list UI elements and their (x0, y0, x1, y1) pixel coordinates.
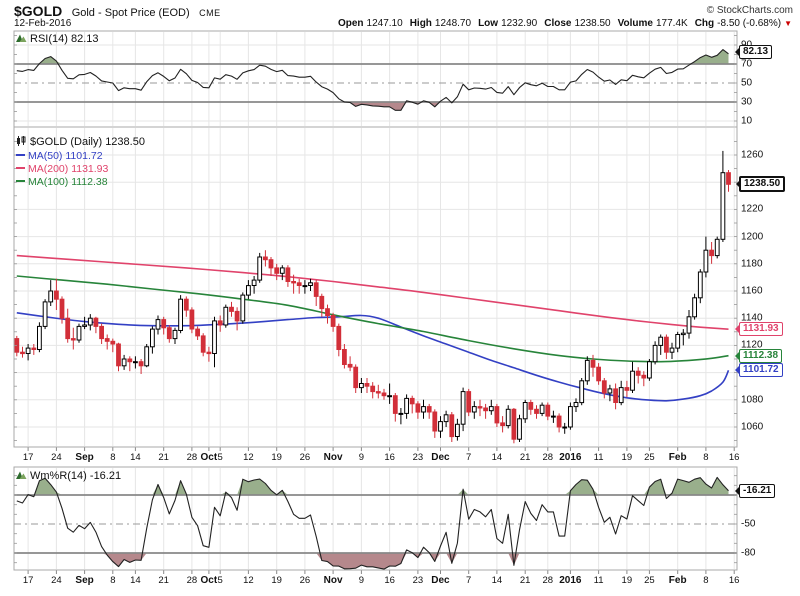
quote-value: -8.50 (-0.68%) (717, 18, 781, 29)
stockcharts-chart: $GOLD Gold - Spot Price (EOD) CME © Stoc… (0, 0, 800, 596)
quote-label: Low (478, 18, 498, 29)
change-dropdown-arrow[interactable]: ▼ (784, 20, 792, 28)
quote-label: Chg (695, 18, 714, 29)
indicator-icon (16, 33, 27, 46)
ma100-line-swatch (16, 180, 25, 182)
ma200-line-swatch (16, 167, 25, 169)
quote-strip: Open1247.10 High1248.70 Low1232.90 Close123… (331, 18, 792, 29)
copyright: © StockCharts.com (707, 5, 793, 16)
ma200-legend: MA(200) 1131.93 (16, 163, 145, 176)
quote-value: 1247.10 (367, 18, 403, 29)
quote-label: Volume (618, 18, 653, 29)
exchange: CME (199, 8, 221, 18)
ma50-line-swatch (16, 154, 25, 156)
quote-label: Close (544, 18, 571, 29)
willr-legend-label: Wm%R(14) (30, 470, 87, 482)
ma100-legend: MA(100) 1112.38 (16, 176, 145, 189)
ma50-legend: MA(50) 1101.72 (16, 150, 145, 163)
chart-type-icon (16, 136, 27, 150)
quote-value: 1238.50 (574, 18, 610, 29)
symbol: $GOLD (14, 3, 62, 19)
willr-legend: Wm%R(14) -16.21 (16, 470, 121, 483)
rsi-legend-value: 82.13 (71, 33, 99, 45)
chart-canvas (0, 0, 800, 596)
price-legend-label: $GOLD (Daily) (30, 136, 102, 148)
quote-label: Open (338, 18, 364, 29)
price-legend: $GOLD (Daily) 1238.50 MA(50) 1101.72 MA(… (16, 136, 145, 189)
quote-value: 177.4K (656, 18, 688, 29)
willr-legend-value: -16.21 (90, 470, 121, 482)
chart-svg (0, 0, 800, 596)
chart-date: 12-Feb-2016 (14, 18, 71, 29)
indicator-icon (16, 470, 27, 483)
price-legend-value: 1238.50 (105, 136, 145, 148)
quote-label: High (410, 18, 432, 29)
rsi-legend: RSI(14) 82.13 (16, 33, 99, 46)
quote-value: 1248.70 (435, 18, 471, 29)
quote-value: 1232.90 (501, 18, 537, 29)
rsi-legend-label: RSI(14) (30, 33, 68, 45)
symbol-description: Gold - Spot Price (EOD) (72, 7, 190, 19)
